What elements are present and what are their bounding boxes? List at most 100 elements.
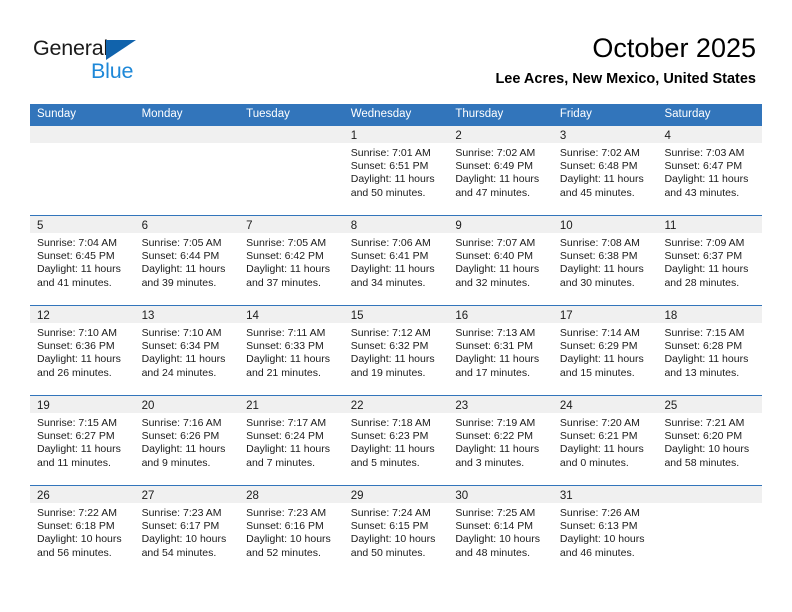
day-cell[interactable]: 17 Sunrise: 7:14 AM Sunset: 6:29 PM Dayl…: [552, 306, 658, 395]
sunset-text: Sunset: 6:32 PM: [350, 340, 429, 353]
day-details: Sunrise: 7:01 AM Sunset: 6:51 PM Dayligh…: [344, 143, 449, 200]
sunrise-text: Sunrise: 7:21 AM: [664, 417, 745, 429]
sunset-text: Sunset: 6:33 PM: [246, 340, 324, 353]
day-cell[interactable]: 1 Sunrise: 7:01 AM Sunset: 6:51 PM Dayli…: [343, 126, 449, 215]
day-cell[interactable]: 7 Sunrise: 7:05 AM Sunset: 6:42 PM Dayli…: [239, 216, 344, 305]
sunrise-text: Sunrise: 7:08 AM: [559, 237, 640, 249]
day-number-band: 11: [657, 216, 763, 233]
daylight-text-line2: and 0 minutes.: [559, 456, 629, 469]
day-details: Sunrise: 7:17 AM Sunset: 6:24 PM Dayligh…: [239, 413, 344, 470]
day-cell[interactable]: 6 Sunrise: 7:05 AM Sunset: 6:44 PM Dayli…: [134, 216, 240, 305]
day-cell[interactable]: 26 Sunrise: 7:22 AM Sunset: 6:18 PM Dayl…: [30, 486, 135, 575]
day-cell[interactable]: 10 Sunrise: 7:08 AM Sunset: 6:38 PM Dayl…: [552, 216, 658, 305]
weekday-header-thursday: Thursday: [455, 108, 504, 120]
day-number: 3: [559, 130, 567, 142]
sunrise-text: Sunrise: 7:13 AM: [455, 327, 536, 339]
daylight-text-line1: Daylight: 11 hours: [350, 353, 435, 366]
daylight-text-line2: and 32 minutes.: [455, 276, 531, 289]
sunset-text: Sunset: 6:26 PM: [141, 430, 220, 443]
week-row: 5 Sunrise: 7:04 AM Sunset: 6:45 PM Dayli…: [30, 215, 763, 305]
sunrise-text: Sunrise: 7:16 AM: [141, 417, 222, 429]
sunrise-text: Sunrise: 7:05 AM: [141, 237, 222, 249]
day-number-band: 30: [448, 486, 553, 503]
day-cell[interactable]: 4 Sunrise: 7:03 AM Sunset: 6:47 PM Dayli…: [657, 126, 763, 215]
week-row: 1 Sunrise: 7:01 AM Sunset: 6:51 PM Dayli…: [30, 125, 763, 215]
daylight-text-line1: Daylight: 11 hours: [141, 443, 226, 456]
day-number: 17: [559, 310, 573, 322]
weekday-header-monday: Monday: [141, 108, 183, 120]
day-cell[interactable]: 13 Sunrise: 7:10 AM Sunset: 6:34 PM Dayl…: [134, 306, 240, 395]
sunset-text: Sunset: 6:23 PM: [350, 430, 429, 443]
location-subtitle: Lee Acres, New Mexico, United States: [495, 71, 756, 87]
day-cell[interactable]: [239, 126, 344, 215]
day-details: Sunrise: 7:11 AM Sunset: 6:33 PM Dayligh…: [239, 323, 344, 380]
day-cell[interactable]: 9 Sunrise: 7:07 AM Sunset: 6:40 PM Dayli…: [448, 216, 553, 305]
day-cell[interactable]: 30 Sunrise: 7:25 AM Sunset: 6:14 PM Dayl…: [448, 486, 553, 575]
day-cell[interactable]: 18 Sunrise: 7:15 AM Sunset: 6:28 PM Dayl…: [657, 306, 763, 395]
day-number: 4: [664, 130, 671, 142]
sunrise-text: Sunrise: 7:19 AM: [455, 417, 536, 429]
day-number-band: 16: [448, 306, 553, 323]
sunrise-text: Sunrise: 7:01 AM: [350, 147, 431, 159]
daylight-text-line2: and 21 minutes.: [246, 366, 321, 379]
day-cell[interactable]: 8 Sunrise: 7:06 AM Sunset: 6:41 PM Dayli…: [343, 216, 449, 305]
day-number: 15: [350, 310, 364, 322]
sunrise-text: Sunrise: 7:09 AM: [664, 237, 745, 249]
weekday-header-wednesday: Wednesday: [350, 108, 412, 120]
day-details: Sunrise: 7:13 AM Sunset: 6:31 PM Dayligh…: [448, 323, 553, 380]
sunrise-text: Sunrise: 7:10 AM: [37, 327, 117, 339]
day-cell[interactable]: 16 Sunrise: 7:13 AM Sunset: 6:31 PM Dayl…: [448, 306, 553, 395]
daylight-text-line2: and 34 minutes.: [350, 276, 426, 289]
day-cell[interactable]: 23 Sunrise: 7:19 AM Sunset: 6:22 PM Dayl…: [448, 396, 553, 485]
sunset-text: Sunset: 6:16 PM: [246, 520, 324, 533]
day-cell[interactable]: 19 Sunrise: 7:15 AM Sunset: 6:27 PM Dayl…: [30, 396, 135, 485]
day-number: 14: [246, 310, 259, 322]
day-cell[interactable]: 31 Sunrise: 7:26 AM Sunset: 6:13 PM Dayl…: [552, 486, 658, 575]
day-cell[interactable]: 2 Sunrise: 7:02 AM Sunset: 6:49 PM Dayli…: [448, 126, 553, 215]
daylight-text-line2: and 3 minutes.: [455, 456, 525, 469]
day-cell[interactable]: 5 Sunrise: 7:04 AM Sunset: 6:45 PM Dayli…: [30, 216, 135, 305]
day-cell[interactable]: 24 Sunrise: 7:20 AM Sunset: 6:21 PM Dayl…: [552, 396, 658, 485]
daylight-text-line2: and 46 minutes.: [559, 546, 635, 559]
daylight-text-line1: Daylight: 10 hours: [350, 533, 436, 546]
sunrise-text: Sunrise: 7:07 AM: [455, 237, 536, 249]
daylight-text-line2: and 13 minutes.: [664, 366, 740, 379]
day-cell[interactable]: [657, 486, 763, 575]
daylight-text-line1: Daylight: 11 hours: [559, 173, 644, 186]
day-cell[interactable]: 14 Sunrise: 7:11 AM Sunset: 6:33 PM Dayl…: [239, 306, 344, 395]
day-number-band: 19: [30, 396, 135, 413]
day-cell[interactable]: 15 Sunrise: 7:12 AM Sunset: 6:32 PM Dayl…: [343, 306, 449, 395]
day-details: Sunrise: 7:26 AM Sunset: 6:13 PM Dayligh…: [553, 503, 658, 560]
day-cell[interactable]: [30, 126, 135, 215]
daylight-text-line2: and 9 minutes.: [141, 456, 211, 469]
sunrise-text: Sunrise: 7:25 AM: [455, 507, 536, 519]
sunrise-text: Sunrise: 7:06 AM: [350, 237, 431, 249]
day-cell[interactable]: 12 Sunrise: 7:10 AM Sunset: 6:36 PM Dayl…: [30, 306, 135, 395]
day-cell[interactable]: 27 Sunrise: 7:23 AM Sunset: 6:17 PM Dayl…: [134, 486, 240, 575]
daylight-text-line2: and 5 minutes.: [350, 456, 420, 469]
day-number: 25: [664, 400, 678, 412]
sunrise-text: Sunrise: 7:20 AM: [559, 417, 640, 429]
daylight-text-line1: Daylight: 11 hours: [455, 173, 540, 186]
sunrise-text: Sunrise: 7:17 AM: [246, 417, 327, 429]
day-cell[interactable]: 25 Sunrise: 7:21 AM Sunset: 6:20 PM Dayl…: [657, 396, 763, 485]
sunrise-text: Sunrise: 7:23 AM: [141, 507, 222, 519]
day-cell[interactable]: 3 Sunrise: 7:02 AM Sunset: 6:48 PM Dayli…: [552, 126, 658, 215]
day-details: Sunrise: 7:10 AM Sunset: 6:34 PM Dayligh…: [135, 323, 240, 380]
day-number: 22: [350, 400, 364, 412]
day-details: Sunrise: 7:10 AM Sunset: 6:36 PM Dayligh…: [30, 323, 135, 380]
day-number-band: [134, 126, 240, 143]
daylight-text-line1: Daylight: 10 hours: [664, 443, 750, 456]
day-number: 21: [246, 400, 259, 412]
day-cell[interactable]: [134, 126, 240, 215]
day-cell[interactable]: 21 Sunrise: 7:17 AM Sunset: 6:24 PM Dayl…: [239, 396, 344, 485]
day-cell[interactable]: 11 Sunrise: 7:09 AM Sunset: 6:37 PM Dayl…: [657, 216, 763, 305]
day-cell[interactable]: 29 Sunrise: 7:24 AM Sunset: 6:15 PM Dayl…: [343, 486, 449, 575]
day-cell[interactable]: 28 Sunrise: 7:23 AM Sunset: 6:16 PM Dayl…: [239, 486, 344, 575]
day-number-band: 14: [239, 306, 344, 323]
day-cell[interactable]: 20 Sunrise: 7:16 AM Sunset: 6:26 PM Dayl…: [134, 396, 240, 485]
day-number-band: 13: [134, 306, 240, 323]
day-cell[interactable]: 22 Sunrise: 7:18 AM Sunset: 6:23 PM Dayl…: [343, 396, 449, 485]
general-blue-logo[interactable]: General Blue: [33, 36, 163, 84]
day-number: 19: [37, 400, 50, 412]
